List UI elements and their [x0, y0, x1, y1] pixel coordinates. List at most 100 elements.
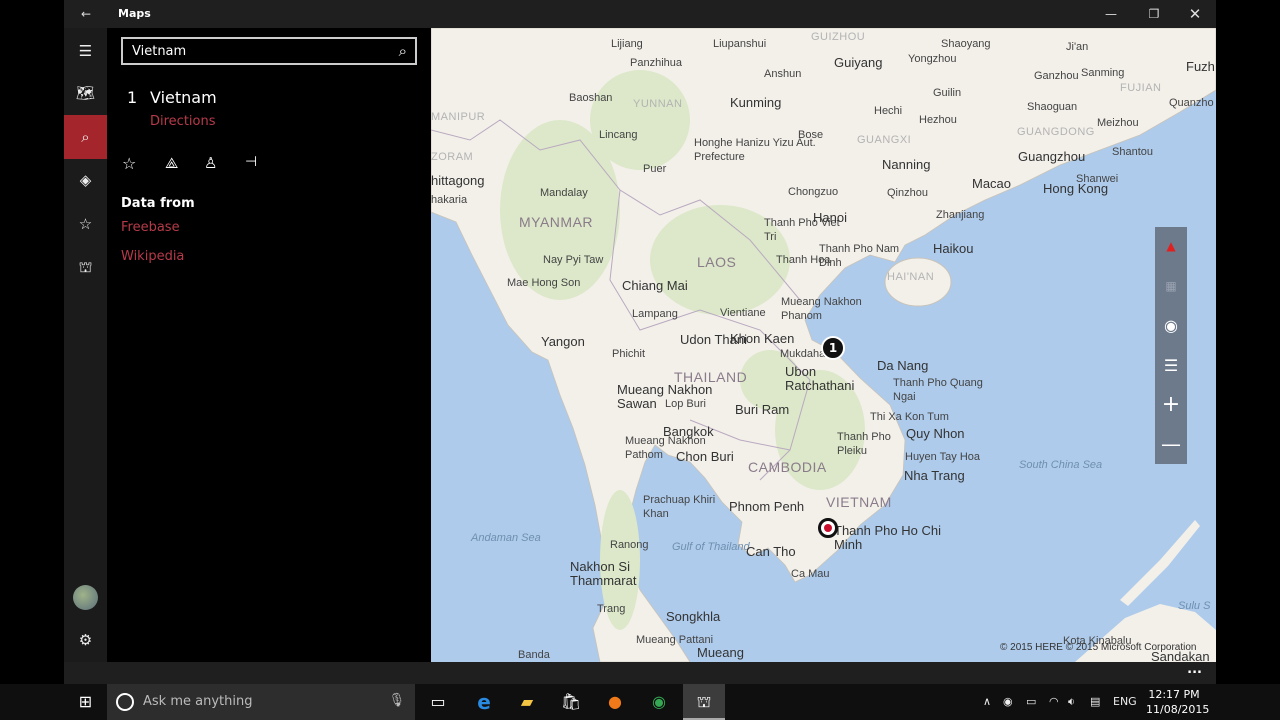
map-label: Lampang — [632, 308, 678, 320]
search-icon[interactable]: ⌕ — [64, 115, 107, 159]
zoom-in-icon[interactable]: + — [1155, 385, 1187, 425]
map-label: Chon Buri — [676, 449, 734, 464]
map-label: Fuzh — [1186, 59, 1215, 74]
map-label: Gulf of Thailand — [672, 541, 750, 553]
back-button[interactable]: ← — [66, 0, 106, 28]
map-label: Hezhou — [919, 114, 957, 126]
chrome-icon[interactable]: ◉ — [637, 684, 681, 720]
map-label: FUJIAN — [1120, 82, 1162, 94]
language-indicator[interactable]: ENG — [1113, 684, 1137, 720]
share-icon[interactable]: ⟁ — [165, 154, 178, 172]
map-label: Ji'an — [1066, 41, 1089, 53]
search-panel: Vietnam ⌕ 1 Vietnam Directions ☆ ⟁ ♙ ⊣ D… — [107, 28, 431, 662]
map-label: Anshun — [764, 68, 802, 80]
settings-icon[interactable]: ⚙ — [64, 618, 107, 662]
show-hidden-icons[interactable]: ∧ — [983, 684, 991, 720]
3d-view-icon[interactable]: ♙ — [204, 154, 217, 172]
cortana-search[interactable]: Ask me anything 🎙︎ — [107, 684, 415, 720]
map-label: Panzhihua — [630, 57, 682, 69]
volume-icon[interactable]: 🔉︎ — [1068, 684, 1075, 720]
map-label: Can Tho — [746, 544, 796, 559]
wifi-icon[interactable]: ◠ — [1049, 684, 1059, 720]
map-label: MYANMAR — [519, 214, 594, 230]
store-icon[interactable]: 🛍︎ — [549, 684, 593, 720]
map-label: Andaman Sea — [471, 532, 541, 544]
avatar[interactable] — [73, 585, 98, 610]
directions-icon[interactable]: ◈ — [64, 158, 107, 202]
result-pin[interactable]: 1 — [821, 336, 845, 360]
task-view-icon[interactable]: ▭ — [416, 684, 460, 720]
wikipedia-link[interactable]: Wikipedia — [121, 249, 184, 264]
hamburger-icon[interactable]: ☰ — [64, 29, 107, 73]
map-label: Sanming — [1081, 67, 1125, 79]
result-number: 1 — [127, 88, 138, 107]
layers-icon[interactable]: ☰ — [1155, 346, 1187, 386]
directions-link[interactable]: Directions — [150, 114, 216, 129]
map-label: Haikou — [933, 241, 974, 256]
map-label: Ca Mau — [791, 568, 830, 580]
map-label: Phichit — [612, 348, 646, 360]
search-icon[interactable]: ⌕ — [399, 42, 407, 60]
map-controls: ▲ ▦ ◉ ☰ + — — [1155, 227, 1187, 464]
map-canvas[interactable]: Lijiang Liupanshui GUIZHOU Guiyang Shaoyang J… — [431, 28, 1216, 662]
time: 12:17 PM — [1148, 688, 1200, 701]
freebase-link[interactable]: Freebase — [121, 220, 180, 235]
locate-icon[interactable]: ◉ — [1155, 306, 1187, 346]
file-explorer-icon[interactable]: ▰ — [505, 684, 549, 720]
map-label: Shantou — [1112, 146, 1153, 158]
map-label: ZORAM — [431, 151, 474, 163]
battery-icon[interactable]: ▭ — [1026, 684, 1036, 720]
map-label: Thi Xa Kon Tum — [870, 411, 949, 423]
map-label: Songkhla — [666, 609, 721, 624]
data-from-heading: Data from — [121, 196, 195, 211]
map-label: Lop Buri — [665, 398, 706, 410]
pin-icon[interactable]: ⊣ — [245, 154, 257, 170]
edge-icon[interactable]: e — [462, 684, 506, 720]
map-label: Mandalay — [540, 187, 588, 199]
map-label: Khon Kaen — [730, 331, 795, 346]
search-value: Vietnam — [132, 44, 187, 59]
map-label: GUANGXI — [857, 134, 912, 146]
3d-cities-icon[interactable]: ⛫ — [64, 245, 107, 289]
search-input[interactable]: Vietnam ⌕ — [121, 37, 417, 65]
map-label: Phnom Penh — [729, 499, 805, 514]
app-title: Maps — [118, 7, 151, 20]
favorite-icon[interactable]: ☆ — [122, 154, 136, 173]
record-icon[interactable]: ◉ — [1003, 684, 1013, 720]
map-label: Quy Nhon — [906, 426, 965, 441]
result-name[interactable]: Vietnam — [150, 88, 217, 107]
map-label: Guangzhou — [1018, 149, 1086, 164]
favorites-icon[interactable]: ☆ — [64, 202, 107, 246]
map-label: Thanh Hoa — [776, 254, 831, 266]
maps-taskbar-icon[interactable]: ⛫ — [683, 684, 725, 720]
action-center-icon[interactable]: ▤ — [1090, 684, 1100, 720]
close-button[interactable]: ✕ — [1175, 0, 1215, 28]
map-label: Mueang Nakhon Phanom — [781, 296, 862, 322]
map-label: LAOS — [697, 254, 737, 270]
tilt-icon[interactable]: ▦ — [1155, 267, 1187, 307]
map-label: Macao — [972, 176, 1012, 191]
map-label: Zhanjiang — [936, 209, 985, 221]
start-button[interactable]: ⊞ — [64, 684, 107, 720]
map-label: Mueang — [697, 645, 744, 660]
map-label: Quanzho — [1169, 97, 1214, 109]
firefox-icon[interactable]: ● — [593, 684, 637, 720]
more-button[interactable]: ... — [1187, 662, 1202, 677]
map-label: HAI'NAN — [887, 271, 935, 283]
map-label: Liupanshui — [713, 38, 767, 50]
minimize-button[interactable]: — — [1091, 0, 1131, 28]
zoom-out-icon[interactable]: — — [1155, 425, 1187, 465]
map-label: Baoshan — [569, 92, 613, 104]
map-label: GUIZHOU — [811, 31, 866, 43]
map-label: Guiyang — [834, 55, 883, 70]
microphone-icon[interactable]: 🎙︎ — [388, 693, 405, 708]
map-icon[interactable]: 🗺︎ — [64, 71, 107, 115]
map-label: GUANGDONG — [1017, 126, 1095, 138]
clock[interactable]: 12:17 PM 11/08/2015 — [1146, 687, 1209, 717]
cortana-icon — [116, 693, 134, 711]
map-label: Thanh Pho Pleiku — [837, 431, 891, 457]
restore-button[interactable]: ❐ — [1134, 0, 1174, 28]
location-pin[interactable] — [818, 518, 838, 538]
compass-icon[interactable]: ▲ — [1155, 227, 1187, 267]
map-label: Ranong — [610, 539, 649, 551]
